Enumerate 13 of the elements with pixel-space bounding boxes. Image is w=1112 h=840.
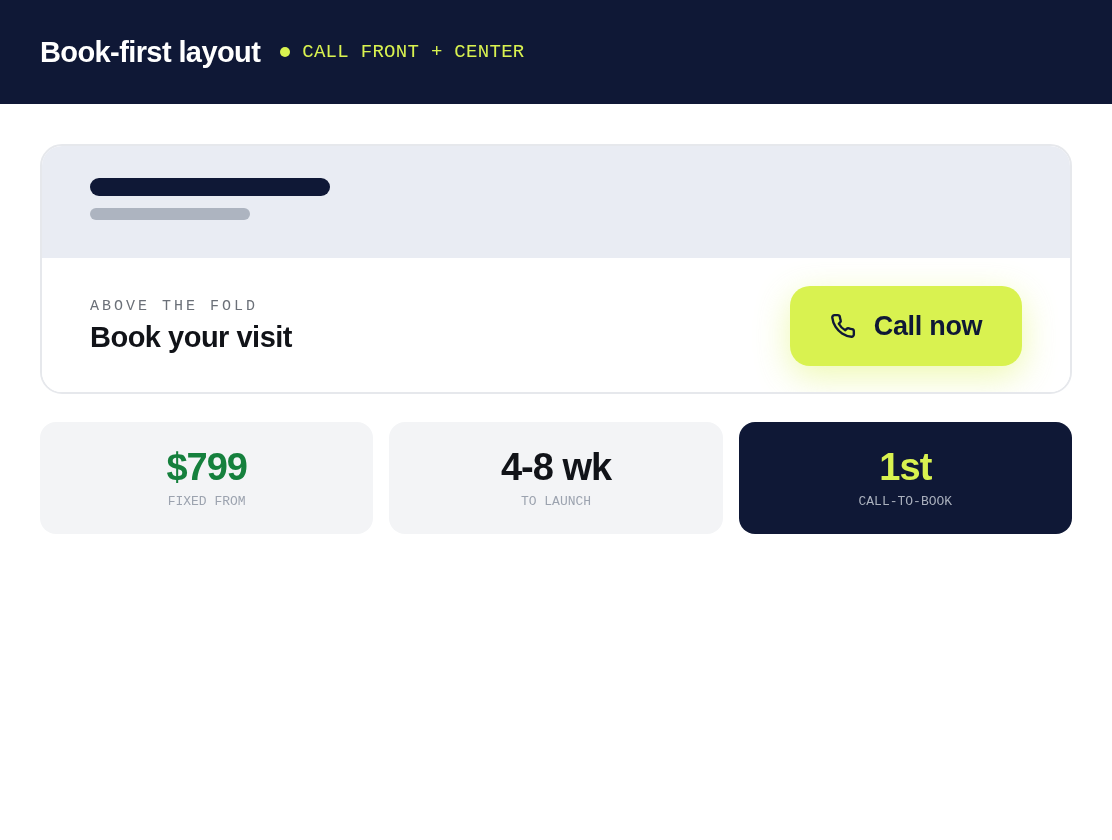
status-dot-icon: [280, 47, 291, 57]
card-heading: Book your visit: [90, 321, 292, 354]
phone-icon: [829, 313, 856, 339]
stat-value: 4-8 wk: [500, 446, 612, 489]
stat-label: TO LAUNCH: [520, 494, 592, 510]
stat-value: 1st: [879, 446, 932, 489]
eyebrow-label: ABOVE THE FOLD: [90, 298, 260, 315]
call-button[interactable]: Call now: [790, 286, 1022, 366]
stat-value: $799: [166, 446, 247, 489]
stat-label: FIXED FROM: [167, 494, 246, 510]
tagline: CALL FRONT + CENTER: [302, 41, 525, 63]
page-title: Book-first layout: [40, 35, 261, 69]
stat-label: CALL-TO-BOOK: [858, 494, 953, 510]
